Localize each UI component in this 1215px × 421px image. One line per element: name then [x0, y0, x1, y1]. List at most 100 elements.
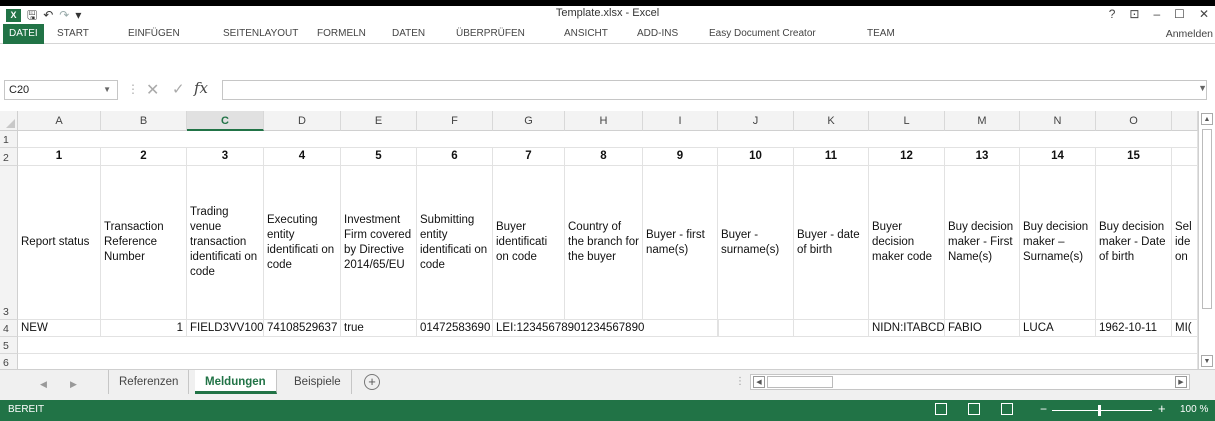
cell-p3[interactable]: Sel ide on	[1172, 166, 1198, 320]
tab-seitenlayout[interactable]: SEITENLAYOUT	[223, 25, 298, 43]
column-header-d[interactable]: D	[264, 111, 341, 131]
column-header-h[interactable]: H	[565, 111, 643, 131]
cell-p4[interactable]: MI(	[1172, 320, 1198, 337]
formula-input[interactable]	[222, 80, 1207, 100]
column-header-b[interactable]: B	[101, 111, 187, 131]
name-box[interactable]: C20 ▼	[4, 80, 118, 100]
column-header-j[interactable]: J	[718, 111, 794, 131]
scroll-up-icon[interactable]: ▲	[1201, 113, 1213, 125]
column-header-a[interactable]: A	[18, 111, 101, 131]
cell-o2[interactable]: 15	[1096, 148, 1172, 166]
cell-a2[interactable]: 1	[18, 148, 101, 166]
cell-c2[interactable]: 3	[187, 148, 264, 166]
cell-f2[interactable]: 6	[417, 148, 493, 166]
row-header-6[interactable]: 6	[0, 354, 18, 369]
cell-e4[interactable]: true	[341, 320, 417, 337]
normal-view-icon[interactable]	[935, 403, 947, 415]
vertical-scrollbar[interactable]: ▲ ▼	[1198, 111, 1215, 369]
cell-b4[interactable]: 1	[101, 320, 187, 337]
cell-f4[interactable]: 01472583690	[417, 320, 493, 337]
cell-n2[interactable]: 14	[1020, 148, 1096, 166]
tab-start[interactable]: START	[57, 25, 89, 43]
chevron-down-icon[interactable]: ▼	[103, 81, 111, 99]
cell-c3[interactable]: Trading venue transaction identificati o…	[187, 166, 264, 320]
row-header-4[interactable]: 4	[0, 320, 18, 337]
enter-icon[interactable]: ✓	[172, 80, 185, 98]
cell-l2[interactable]: 12	[869, 148, 945, 166]
column-header-p[interactable]	[1172, 111, 1198, 131]
cell-c4[interactable]: FIELD3VV100	[187, 320, 264, 337]
zoom-slider[interactable]	[1052, 410, 1152, 411]
row-5[interactable]	[18, 337, 1198, 354]
column-header-f[interactable]: F	[417, 111, 493, 131]
sheet-tab-meldungen[interactable]: Meldungen	[195, 370, 277, 394]
column-header-o[interactable]: O	[1096, 111, 1172, 131]
zoom-level[interactable]: 100 %	[1180, 404, 1208, 415]
cancel-icon[interactable]: ✕	[146, 80, 159, 100]
close-icon[interactable]: ✕	[1199, 6, 1209, 22]
cell-j2[interactable]: 10	[718, 148, 794, 166]
scroll-down-icon[interactable]: ▼	[1201, 355, 1213, 367]
cell-f3[interactable]: Submitting entity identificati on code	[417, 166, 493, 320]
cell-m4[interactable]: FABIO	[945, 320, 1020, 337]
cell-j3[interactable]: Buyer - surname(s)	[718, 166, 794, 320]
cell-i2[interactable]: 9	[643, 148, 718, 166]
ribbon-display-icon[interactable]: ⊡	[1129, 6, 1139, 22]
cell-h3[interactable]: Country of the branch for the buyer	[565, 166, 643, 320]
cell-d2[interactable]: 4	[264, 148, 341, 166]
page-layout-view-icon[interactable]	[968, 403, 980, 415]
column-header-g[interactable]: G	[493, 111, 565, 131]
cell-i3[interactable]: Buyer - first name(s)	[643, 166, 718, 320]
horizontal-scrollbar[interactable]: ◀ ▶	[750, 374, 1190, 390]
cell-o4[interactable]: 1962-10-11	[1096, 320, 1172, 337]
cell-d3[interactable]: Executing entity identificati on code	[264, 166, 341, 320]
column-header-m[interactable]: M	[945, 111, 1020, 131]
page-break-view-icon[interactable]	[1001, 403, 1013, 415]
drag-handle-icon[interactable]: ⋮	[127, 82, 139, 96]
cell-a3[interactable]: Report status	[18, 166, 101, 320]
cell-m2[interactable]: 13	[945, 148, 1020, 166]
select-all-corner[interactable]	[0, 111, 18, 131]
cell-d4[interactable]: 74108529637	[264, 320, 341, 337]
vertical-scroll-thumb[interactable]	[1202, 129, 1212, 309]
row-header-2[interactable]: 2	[0, 148, 18, 166]
next-sheet-icon[interactable]: ▶	[70, 379, 77, 390]
cell-n3[interactable]: Buy decision maker – Surname(s)	[1020, 166, 1096, 320]
sheet-tab-beispiele[interactable]: Beispiele	[284, 370, 352, 394]
cell-g2[interactable]: 7	[493, 148, 565, 166]
row-6[interactable]	[18, 354, 1198, 369]
tab-easy-document-creator[interactable]: Easy Document Creator	[709, 25, 816, 43]
spreadsheet-grid[interactable]: A B C D E F G H I J K L M N O 1 2 3 4 5 …	[0, 111, 1215, 369]
minimize-icon[interactable]: –	[1153, 6, 1160, 22]
tab-add-ins[interactable]: ADD-INS	[637, 25, 678, 43]
tab-einfuegen[interactable]: EINFÜGEN	[128, 25, 180, 43]
cell-m3[interactable]: Buy decision maker - First Name(s)	[945, 166, 1020, 320]
sheet-tab-referenzen[interactable]: Referenzen	[108, 370, 190, 394]
help-icon[interactable]: ?	[1109, 6, 1116, 22]
zoom-out-icon[interactable]: −	[1040, 402, 1047, 416]
cell-p2[interactable]	[1172, 148, 1198, 166]
cell-g3[interactable]: Buyer identificati on code	[493, 166, 565, 320]
cell-b2[interactable]: 2	[101, 148, 187, 166]
cell-k4[interactable]	[794, 320, 869, 337]
column-header-e[interactable]: E	[341, 111, 417, 131]
tab-team[interactable]: TEAM	[867, 25, 895, 43]
tab-ueberpruefen[interactable]: ÜBERPRÜFEN	[456, 25, 525, 43]
zoom-slider-handle[interactable]	[1098, 405, 1101, 416]
cell-h2[interactable]: 8	[565, 148, 643, 166]
column-header-c[interactable]: C	[187, 111, 264, 131]
column-header-i[interactable]: I	[643, 111, 718, 131]
cell-l3[interactable]: Buyer decision maker code	[869, 166, 945, 320]
tab-datei[interactable]: DATEI	[3, 24, 44, 44]
column-header-n[interactable]: N	[1020, 111, 1096, 131]
insert-function-icon[interactable]: fx	[194, 79, 208, 97]
prev-sheet-icon[interactable]: ◀	[40, 379, 47, 390]
cell-e2[interactable]: 5	[341, 148, 417, 166]
expand-formula-bar-icon[interactable]: ▼	[1198, 83, 1207, 93]
cell-e3[interactable]: Investment Firm covered by Directive 201…	[341, 166, 417, 320]
signin-link[interactable]: Anmelden	[1166, 25, 1213, 43]
cell-o3[interactable]: Buy decision maker - Date of birth	[1096, 166, 1172, 320]
tab-formeln[interactable]: FORMELN	[317, 25, 366, 43]
horizontal-scroll-thumb[interactable]	[767, 376, 833, 388]
cell-k2[interactable]: 11	[794, 148, 869, 166]
